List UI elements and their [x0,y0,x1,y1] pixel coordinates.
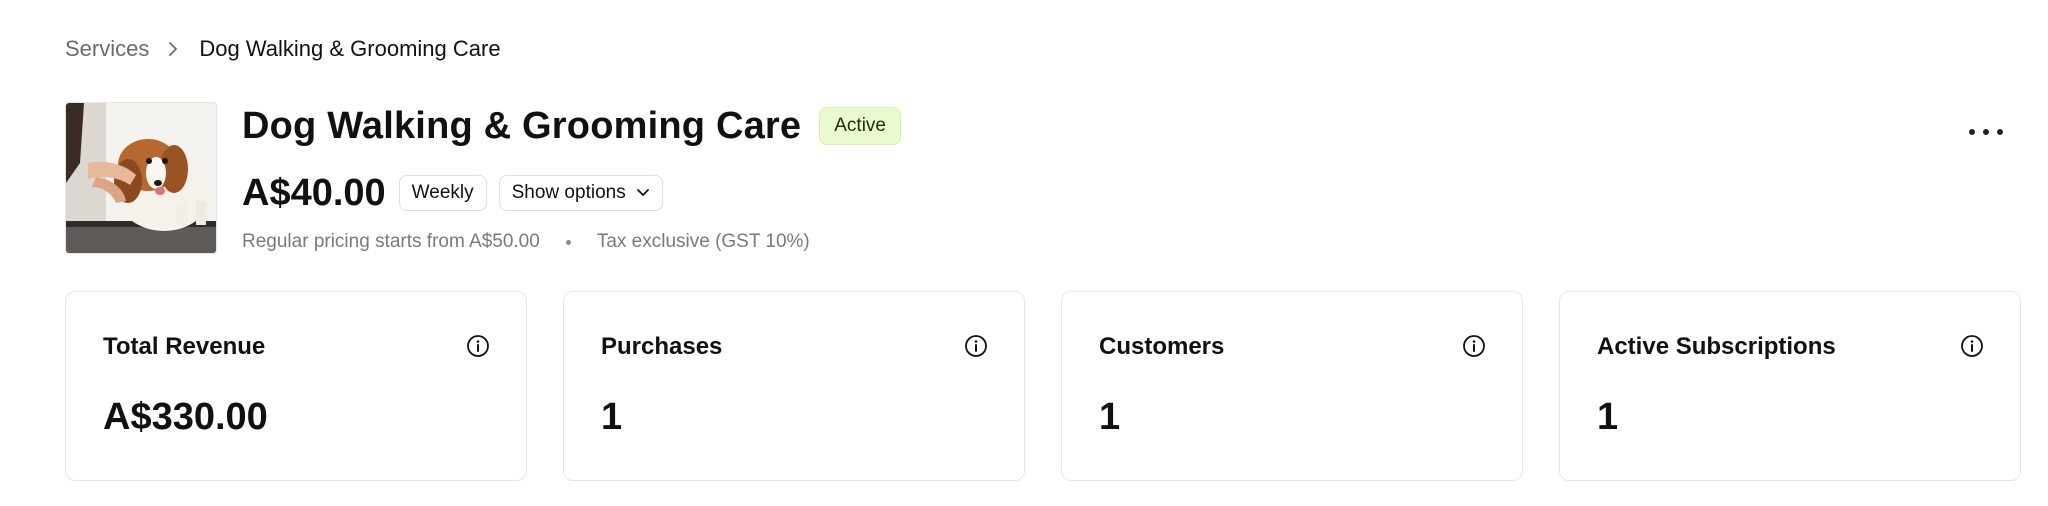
more-options-button[interactable] [1960,112,2012,152]
show-options-label: Show options [511,182,626,203]
service-detail-page: Services Dog Walking & Grooming Care Dog… [0,0,2048,506]
stat-value: 1 [1099,396,1121,438]
stat-label: Customers [1099,333,1225,360]
dog-grooming-photo [66,103,216,253]
title-row: Dog Walking & Grooming Care Active [242,100,901,152]
breadcrumb: Services Dog Walking & Grooming Care [65,34,501,64]
separator-dot [565,239,571,245]
info-icon[interactable] [1462,334,1486,358]
pricing-note: Regular pricing starts from A$50.00 Tax … [242,228,810,256]
stat-label: Purchases [601,333,723,360]
breadcrumb-services-link[interactable]: Services [65,36,149,62]
stat-label: Total Revenue [103,333,266,360]
status-badge: Active [819,107,901,145]
show-options-button[interactable]: Show options [498,175,663,211]
ellipsis-horizontal-icon [1969,129,2003,135]
page-title: Dog Walking & Grooming Care [242,104,802,147]
info-icon[interactable] [1960,334,1984,358]
price: A$40.00 [242,171,386,214]
stat-card-customers: Customers 1 [1061,291,1523,481]
price-row: A$40.00 Weekly Show options [242,168,663,218]
product-image [65,102,217,254]
breadcrumb-current: Dog Walking & Grooming Care [199,36,501,61]
stat-value: 1 [1597,396,1619,438]
stat-value: 1 [601,396,623,438]
chevron-down-icon [636,188,650,198]
stat-card-active-subscriptions: Active Subscriptions 1 [1559,291,2021,481]
billing-interval-badge: Weekly [398,175,487,211]
info-icon[interactable] [466,334,490,358]
chevron-right-icon [167,41,179,57]
tax-note-text: Tax exclusive (GST 10%) [596,231,810,252]
stat-label: Active Subscriptions [1597,333,1836,360]
stat-card-total-revenue: Total Revenue A$330.00 [65,291,527,481]
stat-card-purchases: Purchases 1 [563,291,1025,481]
info-icon[interactable] [964,334,988,358]
regular-pricing-text: Regular pricing starts from A$50.00 [242,231,540,252]
stat-value: A$330.00 [103,396,268,438]
